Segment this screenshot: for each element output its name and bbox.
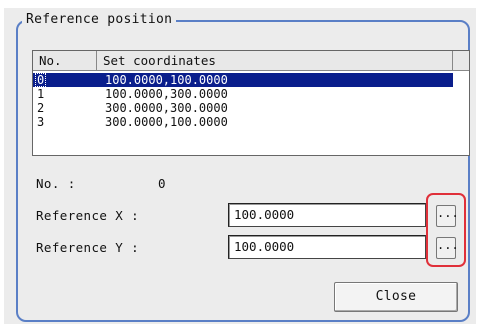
- no-value: 0: [158, 176, 166, 191]
- row-no: 0: [35, 73, 47, 87]
- list-row-3[interactable]: 3 300.0000,100.0000: [33, 115, 469, 129]
- list-row-1[interactable]: 1 100.0000,300.0000: [33, 87, 469, 101]
- reference-y-label: Reference Y :: [36, 240, 140, 255]
- list-rows: 0 100.0000,100.0000 1 100.0000,300.0000 …: [33, 73, 469, 129]
- column-header-set-coordinates[interactable]: Set coordinates: [97, 51, 453, 70]
- coordinates-list[interactable]: No. Set coordinates 0 100.0000,100.0000 …: [32, 50, 470, 156]
- reference-x-input[interactable]: 100.0000: [228, 203, 426, 227]
- list-row-2[interactable]: 2 300.0000,300.0000: [33, 101, 469, 115]
- highlight-callout: [426, 193, 466, 267]
- close-button[interactable]: Close: [334, 282, 458, 312]
- reference-x-label: Reference X :: [36, 208, 140, 223]
- row-coordinates: 300.0000,100.0000: [105, 115, 228, 129]
- column-header-no[interactable]: No.: [33, 51, 97, 70]
- row-coordinates: 300.0000,300.0000: [105, 101, 228, 115]
- reference-y-input[interactable]: 100.0000: [228, 235, 426, 259]
- list-row-0[interactable]: 0 100.0000,100.0000: [33, 73, 453, 87]
- row-no: 2: [37, 101, 45, 115]
- row-no: 3: [37, 115, 45, 129]
- row-coordinates: 100.0000,300.0000: [105, 87, 228, 101]
- list-header: No. Set coordinates: [33, 51, 469, 71]
- group-title: Reference position: [22, 12, 177, 27]
- no-label: No. :: [36, 176, 76, 191]
- row-no: 1: [37, 87, 45, 101]
- row-coordinates: 100.0000,100.0000: [105, 73, 228, 87]
